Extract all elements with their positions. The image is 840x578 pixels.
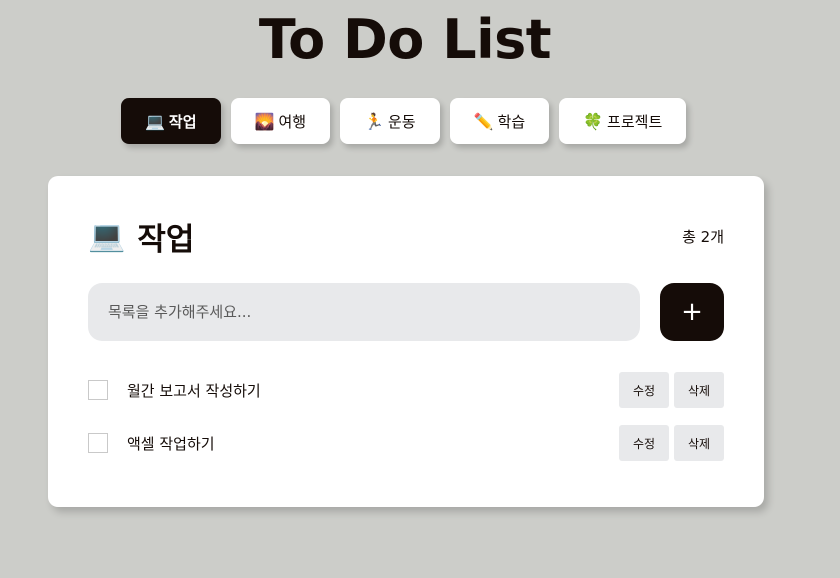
- edit-button[interactable]: 수정: [619, 372, 669, 408]
- todo-checkbox[interactable]: [88, 433, 108, 453]
- todo-checkbox[interactable]: [88, 380, 108, 400]
- category-tabs: 💻 작업 🌄 여행 🏃 운동 ✏️ 학습 🍀 프로젝트: [121, 98, 687, 144]
- tab-label: 운동: [387, 112, 416, 131]
- tab-project[interactable]: 🍀 프로젝트: [559, 98, 687, 144]
- todo-text: 월간 보고서 작성하기: [127, 381, 261, 400]
- tab-travel[interactable]: 🌄 여행: [230, 98, 331, 144]
- edit-button[interactable]: 수정: [619, 425, 669, 461]
- category-title: 💻 작업: [88, 214, 194, 259]
- todo-text: 액셀 작업하기: [127, 434, 215, 453]
- laptop-icon: 💻: [88, 218, 126, 254]
- todo-item: 액셀 작업하기 수정 삭제: [88, 425, 724, 461]
- tab-exercise[interactable]: 🏃 운동: [340, 98, 440, 144]
- total-count: 총 2개: [682, 227, 724, 246]
- sunrise-icon: 🌄: [254, 111, 275, 131]
- todo-actions: 수정 삭제: [619, 372, 724, 408]
- delete-button[interactable]: 삭제: [674, 425, 724, 461]
- todo-input[interactable]: [88, 283, 640, 341]
- add-todo-button[interactable]: +: [660, 283, 724, 341]
- runner-icon: 🏃: [364, 111, 384, 131]
- add-todo-row: +: [88, 283, 724, 341]
- todo-item-left: 월간 보고서 작성하기: [88, 380, 261, 401]
- card-header: 💻 작업 총 2개: [88, 214, 724, 259]
- clover-icon: 🍀: [583, 111, 604, 131]
- tab-study[interactable]: ✏️ 학습: [449, 98, 550, 144]
- tab-label: 작업: [168, 112, 197, 131]
- category-title-text: 작업: [137, 221, 195, 258]
- tab-work[interactable]: 💻 작업: [121, 98, 221, 144]
- pencil-icon: ✏️: [473, 111, 494, 131]
- laptop-icon: 💻: [145, 111, 165, 131]
- tab-label: 프로젝트: [607, 112, 663, 131]
- tab-label: 학습: [497, 112, 526, 131]
- plus-icon: +: [681, 297, 703, 327]
- todo-item: 월간 보고서 작성하기 수정 삭제: [88, 372, 724, 408]
- tab-label: 여행: [278, 112, 307, 131]
- todo-item-left: 액셀 작업하기: [88, 433, 215, 454]
- todo-list: 월간 보고서 작성하기 수정 삭제 액셀 작업하기 수정 삭제: [88, 372, 724, 478]
- todo-card: 💻 작업 총 2개 + 월간 보고서 작성하기 수정 삭제 액셀 작업하기: [48, 176, 764, 507]
- todo-actions: 수정 삭제: [619, 425, 724, 461]
- delete-button[interactable]: 삭제: [674, 372, 724, 408]
- app-title: To Do List: [258, 8, 552, 71]
